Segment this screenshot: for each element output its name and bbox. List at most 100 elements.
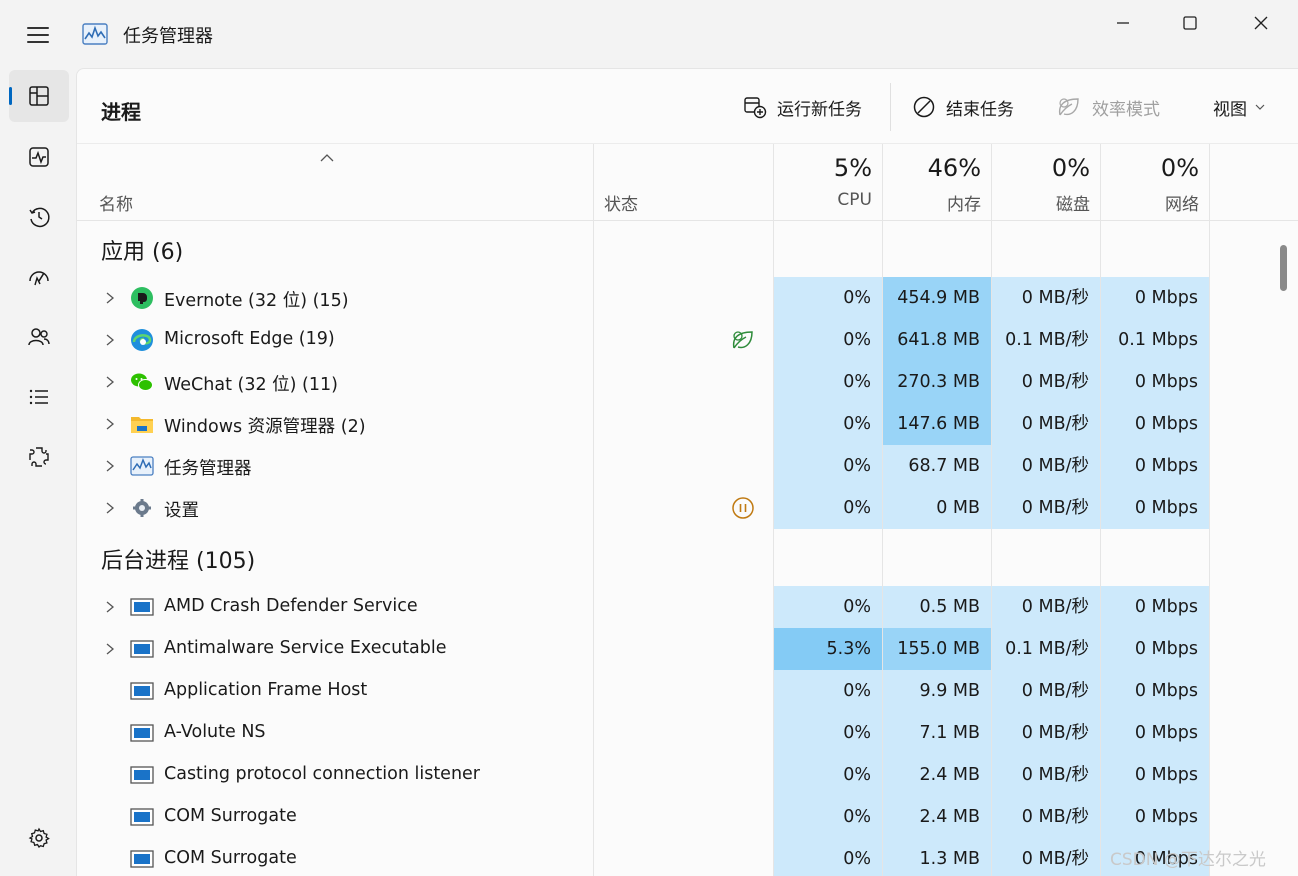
maximize-icon — [1183, 16, 1197, 30]
evernote-icon — [131, 287, 153, 309]
cpu-cell: 0% — [774, 487, 882, 529]
settings-icon — [28, 827, 50, 848]
cpu-cell: 0% — [774, 586, 882, 628]
cpu-total: 5% — [833, 154, 872, 182]
chevron-right-icon[interactable] — [103, 458, 117, 474]
column-header-name[interactable]: 名称 — [99, 190, 133, 215]
settings-gear-icon — [133, 499, 151, 517]
processes-icon — [29, 86, 49, 106]
service-window-icon — [130, 598, 154, 616]
details-icon — [29, 389, 48, 405]
network-cell: 0 Mbps — [1101, 712, 1209, 754]
wechat-icon — [131, 373, 153, 391]
maximize-button[interactable] — [1155, 0, 1225, 46]
network-cell: 0 Mbps — [1101, 361, 1209, 403]
history-icon — [29, 207, 50, 228]
group-header-apps[interactable]: 应用 (6) — [101, 234, 183, 266]
scrollbar-thumb[interactable] — [1280, 245, 1287, 291]
table-row[interactable]: Microsoft Edge (19) 0% 641.8 MB 0.1 MB/秒… — [77, 319, 1298, 361]
nav-settings[interactable] — [9, 812, 69, 864]
sort-ascending-icon[interactable] — [319, 152, 335, 164]
disk-cell: 0.1 MB/秒 — [992, 319, 1100, 361]
table-row[interactable]: WeChat (32 位) (11) 0% 270.3 MB 0 MB/秒 0 … — [77, 361, 1298, 403]
table-row[interactable]: Casting protocol connection listener 0% … — [77, 754, 1298, 796]
table-header: 名称 状态 5% CPU 46% 内存 0% 磁盘 0% 网络 — [77, 143, 1298, 221]
nav-processes[interactable] — [9, 70, 69, 122]
edge-icon — [131, 329, 153, 351]
chevron-right-icon[interactable] — [103, 416, 117, 432]
disk-cell: 0 MB/秒 — [992, 445, 1100, 487]
memory-cell: 270.3 MB — [883, 361, 991, 403]
end-task-label: 结束任务 — [946, 99, 1014, 120]
cpu-cell: 0% — [774, 670, 882, 712]
table-row[interactable]: Windows 资源管理器 (2) 0% 147.6 MB 0 MB/秒 0 M… — [77, 403, 1298, 445]
close-button[interactable] — [1226, 0, 1296, 46]
nav-performance[interactable] — [9, 131, 69, 183]
memory-cell: 2.4 MB — [883, 754, 991, 796]
minimize-button[interactable] — [1088, 0, 1158, 46]
menu-icon[interactable] — [18, 18, 58, 52]
chevron-right-icon[interactable] — [103, 641, 117, 657]
group-header-background[interactable]: 后台进程 (105) — [101, 543, 255, 575]
disk-total: 0% — [1051, 154, 1090, 182]
nav-details[interactable] — [9, 371, 69, 423]
memory-cell: 155.0 MB — [883, 628, 991, 670]
table-row[interactable]: COM Surrogate 0% 2.4 MB 0 MB/秒 0 Mbps — [77, 796, 1298, 838]
performance-icon — [29, 147, 49, 167]
nav-users[interactable] — [9, 311, 69, 363]
process-name: AMD Crash Defender Service — [164, 596, 418, 616]
efficiency-mode-button[interactable]: 效率模式 — [1048, 87, 1168, 127]
network-cell: 0.1 Mbps — [1101, 319, 1209, 361]
table-row[interactable]: 设置 0% 0 MB 0 MB/秒 0 Mbps — [77, 487, 1298, 529]
chevron-right-icon[interactable] — [103, 290, 117, 306]
chevron-right-icon[interactable] — [103, 500, 117, 516]
table-row[interactable]: Antimalware Service Executable 5.3% 155.… — [77, 628, 1298, 670]
column-header-network[interactable]: 网络 — [1101, 190, 1199, 215]
process-name: Microsoft Edge (19) — [164, 329, 335, 349]
run-new-task-label: 运行新任务 — [777, 99, 862, 120]
chevron-right-icon[interactable] — [103, 599, 117, 615]
table-row[interactable]: A-Volute NS 0% 7.1 MB 0 MB/秒 0 Mbps — [77, 712, 1298, 754]
startup-icon — [29, 271, 49, 286]
table-row[interactable]: AMD Crash Defender Service 0% 0.5 MB 0 M… — [77, 586, 1298, 628]
nav-services[interactable] — [9, 431, 69, 483]
column-header-cpu[interactable]: CPU — [774, 190, 872, 210]
table-row[interactable]: 任务管理器 0% 68.7 MB 0 MB/秒 0 Mbps — [77, 445, 1298, 487]
column-header-disk[interactable]: 磁盘 — [992, 190, 1090, 215]
process-name: 任务管理器 — [164, 459, 252, 479]
services-icon — [29, 447, 49, 467]
nav-rail — [0, 68, 76, 876]
end-task-button[interactable]: 结束任务 — [904, 87, 1022, 127]
table-row[interactable]: Evernote (32 位) (15) 0% 454.9 MB 0 MB/秒 … — [77, 277, 1298, 319]
process-name: 设置 — [164, 501, 199, 521]
memory-cell: 1.3 MB — [883, 838, 991, 876]
cpu-cell: 0% — [774, 796, 882, 838]
network-cell: 0 Mbps — [1101, 670, 1209, 712]
service-window-icon — [130, 808, 154, 826]
network-cell: 0 Mbps — [1101, 277, 1209, 319]
cpu-cell: 5.3% — [774, 628, 882, 670]
column-header-memory[interactable]: 内存 — [883, 190, 981, 215]
run-new-task-button[interactable]: 运行新任务 — [735, 87, 870, 127]
cpu-cell: 0% — [774, 445, 882, 487]
nav-startup[interactable] — [9, 251, 69, 303]
process-name: A-Volute NS — [164, 722, 266, 742]
nav-app-history[interactable] — [9, 191, 69, 243]
memory-cell: 454.9 MB — [883, 277, 991, 319]
window-title: 任务管理器 — [123, 26, 213, 47]
close-icon — [1254, 16, 1268, 30]
minimize-icon — [1117, 22, 1129, 24]
network-total: 0% — [1160, 154, 1199, 182]
network-cell: 0 Mbps — [1101, 628, 1209, 670]
column-header-status[interactable]: 状态 — [604, 190, 638, 215]
table-row[interactable]: Application Frame Host 0% 9.9 MB 0 MB/秒 … — [77, 670, 1298, 712]
vertical-scrollbar[interactable] — [1271, 221, 1298, 876]
cpu-cell: 0% — [774, 277, 882, 319]
chevron-right-icon[interactable] — [103, 332, 117, 348]
run-task-icon — [744, 97, 767, 119]
disk-cell: 0 MB/秒 — [992, 838, 1100, 876]
view-dropdown[interactable]: 视图 — [1205, 87, 1273, 127]
chevron-right-icon[interactable] — [103, 374, 117, 390]
process-name: COM Surrogate — [164, 806, 297, 826]
service-window-icon — [130, 682, 154, 700]
